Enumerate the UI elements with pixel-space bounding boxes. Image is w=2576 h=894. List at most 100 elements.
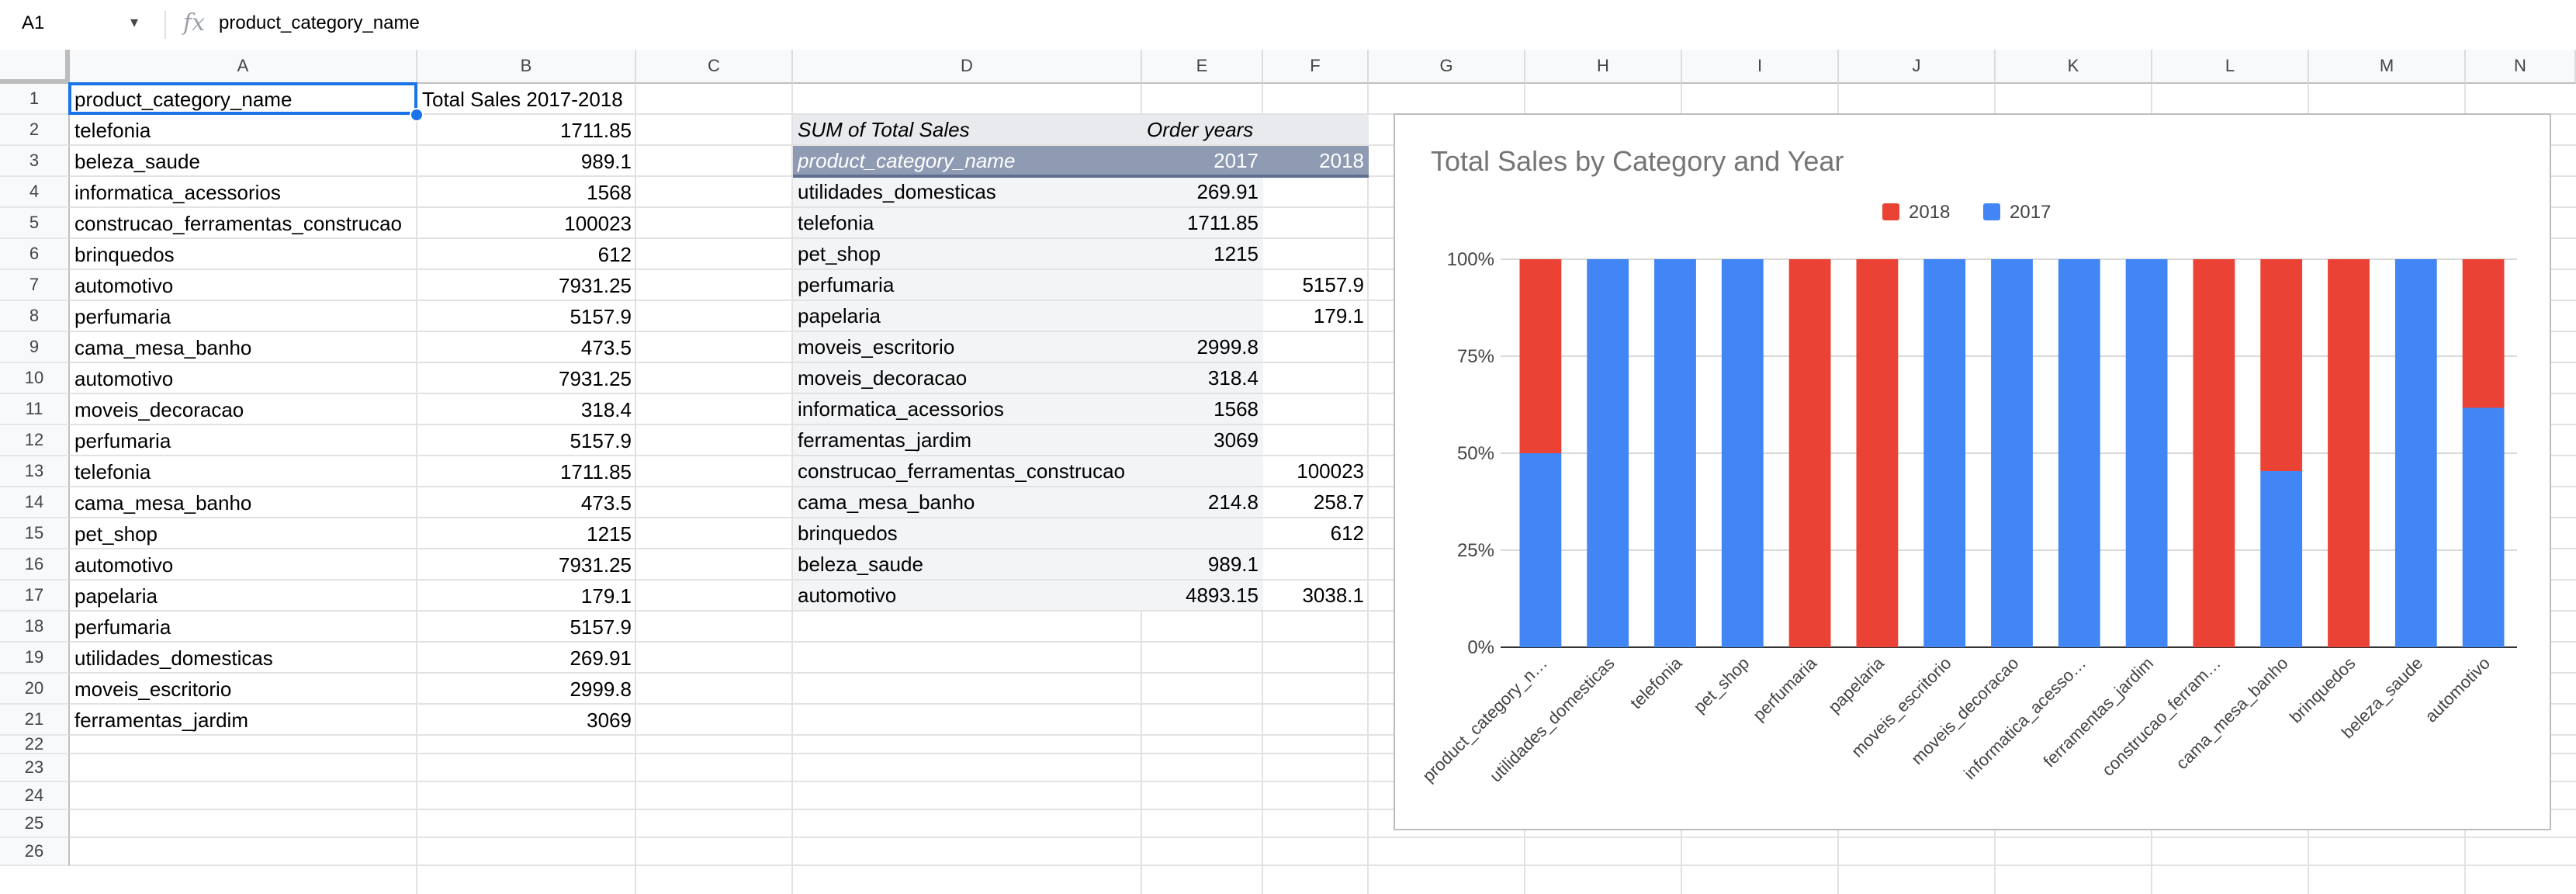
pivot-value-2017[interactable]: 3069 — [1142, 425, 1263, 455]
pivot-value-2018[interactable] — [1263, 363, 1369, 393]
row-header-14[interactable]: 14 — [0, 487, 70, 518]
pivot-row-label[interactable]: perfumaria — [793, 270, 1142, 300]
cell-b15[interactable]: 1215 — [417, 518, 636, 549]
column-header-l[interactable]: L — [2152, 50, 2309, 84]
pivot-value-2017[interactable] — [1142, 518, 1263, 548]
pivot-value-2018[interactable] — [1263, 239, 1369, 269]
row-header-10[interactable]: 10 — [0, 363, 70, 394]
cell-b6[interactable]: 612 — [417, 239, 636, 270]
row-header-25[interactable]: 25 — [0, 810, 70, 838]
cell-b2[interactable]: 1711.85 — [417, 115, 636, 146]
pivot-label-fill[interactable] — [1263, 115, 1369, 144]
row-header-21[interactable]: 21 — [0, 705, 70, 736]
pivot-value-2018[interactable]: 612 — [1263, 518, 1369, 548]
row-header-15[interactable]: 15 — [0, 518, 70, 549]
select-all-corner[interactable] — [0, 50, 70, 84]
cell-a21[interactable]: ferramentas_jardim — [70, 705, 417, 736]
cell-b7[interactable]: 7931.25 — [417, 270, 636, 301]
pivot-value-2017[interactable]: 989.1 — [1142, 549, 1263, 579]
cell-b4[interactable]: 1568 — [417, 177, 636, 208]
column-header-b[interactable]: B — [417, 50, 636, 84]
cell-a14[interactable]: cama_mesa_banho — [70, 487, 417, 518]
pivot-row-label[interactable]: papelaria — [793, 301, 1142, 331]
cell-b19[interactable]: 269.91 — [417, 643, 636, 674]
row-header-6[interactable]: 6 — [0, 239, 70, 270]
column-header-k[interactable]: K — [1996, 50, 2152, 84]
pivot-value-2017[interactable]: 214.8 — [1142, 487, 1263, 517]
cell-b10[interactable]: 7931.25 — [417, 363, 636, 394]
pivot-row-label[interactable]: brinquedos — [793, 518, 1142, 548]
cell-a7[interactable]: automotivo — [70, 270, 417, 301]
cell-a18[interactable]: perfumaria — [70, 612, 417, 643]
column-header-f[interactable]: F — [1263, 50, 1369, 84]
column-header-e[interactable]: E — [1142, 50, 1263, 84]
pivot-row-label[interactable]: cama_mesa_banho — [793, 487, 1142, 517]
pivot-row-label[interactable]: ferramentas_jardim — [793, 425, 1142, 455]
pivot-value-2017[interactable]: 1568 — [1142, 394, 1263, 424]
cell-a13[interactable]: telefonia — [70, 456, 417, 487]
pivot-row-label[interactable]: moveis_escritorio — [793, 332, 1142, 362]
pivot-value-2018[interactable] — [1263, 394, 1369, 424]
cell-b14[interactable]: 473.5 — [417, 487, 636, 518]
pivot-column-label[interactable]: Order years — [1142, 115, 1263, 144]
pivot-value-2017[interactable] — [1142, 301, 1263, 331]
row-header-22[interactable]: 22 — [0, 734, 70, 754]
cell-b17[interactable]: 179.1 — [417, 580, 636, 612]
row-header-13[interactable]: 13 — [0, 456, 70, 487]
cell-a17[interactable]: papelaria — [70, 580, 417, 612]
cell-a20[interactable]: moveis_escritorio — [70, 674, 417, 705]
row-header-4[interactable]: 4 — [0, 177, 70, 208]
row-header-26[interactable]: 26 — [0, 838, 70, 866]
pivot-value-2017[interactable] — [1142, 270, 1263, 300]
column-header-n[interactable]: N — [2466, 50, 2576, 84]
cell-b9[interactable]: 473.5 — [417, 332, 636, 363]
pivot-value-2018[interactable]: 179.1 — [1263, 301, 1369, 331]
pivot-value-2018[interactable]: 5157.9 — [1263, 270, 1369, 300]
pivot-value-2018[interactable]: 3038.1 — [1263, 580, 1369, 610]
pivot-year-header[interactable]: 2017 — [1142, 146, 1263, 175]
cell-b11[interactable]: 318.4 — [417, 394, 636, 425]
cell-a9[interactable]: cama_mesa_banho — [70, 332, 417, 363]
pivot-row-label[interactable]: pet_shop — [793, 239, 1142, 269]
pivot-year-header[interactable]: 2018 — [1263, 146, 1369, 175]
cell-b5[interactable]: 100023 — [417, 208, 636, 239]
pivot-value-2018[interactable] — [1263, 208, 1369, 237]
pivot-title[interactable]: SUM of Total Sales — [793, 115, 1142, 144]
column-header-m[interactable]: M — [2309, 50, 2466, 84]
pivot-row-header[interactable]: product_category_name — [793, 146, 1142, 175]
row-header-20[interactable]: 20 — [0, 674, 70, 705]
row-header-18[interactable]: 18 — [0, 612, 70, 643]
column-header-h[interactable]: H — [1525, 50, 1682, 84]
cell-b21[interactable]: 3069 — [417, 705, 636, 736]
pivot-value-2017[interactable]: 1215 — [1142, 239, 1263, 269]
cell-a2[interactable]: telefonia — [70, 115, 417, 146]
cell-a6[interactable]: brinquedos — [70, 239, 417, 270]
cell-b16[interactable]: 7931.25 — [417, 549, 636, 580]
column-header-g[interactable]: G — [1369, 50, 1525, 84]
cell-a10[interactable]: automotivo — [70, 363, 417, 394]
cell-b3[interactable]: 989.1 — [417, 146, 636, 177]
row-header-2[interactable]: 2 — [0, 115, 70, 146]
row-header-3[interactable]: 3 — [0, 146, 70, 177]
cell-b1[interactable]: Total Sales 2017-2018 — [417, 84, 636, 115]
row-header-8[interactable]: 8 — [0, 301, 70, 332]
row-header-7[interactable]: 7 — [0, 270, 70, 301]
pivot-value-2018[interactable] — [1263, 177, 1369, 206]
row-header-19[interactable]: 19 — [0, 643, 70, 674]
cell-b18[interactable]: 5157.9 — [417, 612, 636, 643]
formula-input[interactable]: product_category_name — [219, 12, 420, 34]
cell-b13[interactable]: 1711.85 — [417, 456, 636, 487]
row-header-24[interactable]: 24 — [0, 782, 70, 810]
cell-a16[interactable]: automotivo — [70, 549, 417, 580]
pivot-value-2017[interactable]: 318.4 — [1142, 363, 1263, 393]
column-header-c[interactable]: C — [636, 50, 793, 84]
pivot-row-label[interactable]: moveis_decoracao — [793, 363, 1142, 393]
cell-a8[interactable]: perfumaria — [70, 301, 417, 332]
row-header-11[interactable]: 11 — [0, 394, 70, 425]
column-header-a[interactable]: A — [70, 50, 417, 84]
row-header-12[interactable]: 12 — [0, 425, 70, 456]
cell-a11[interactable]: moveis_decoracao — [70, 394, 417, 425]
fill-handle[interactable] — [410, 108, 424, 122]
row-header-23[interactable]: 23 — [0, 754, 70, 782]
column-header-d[interactable]: D — [793, 50, 1142, 84]
